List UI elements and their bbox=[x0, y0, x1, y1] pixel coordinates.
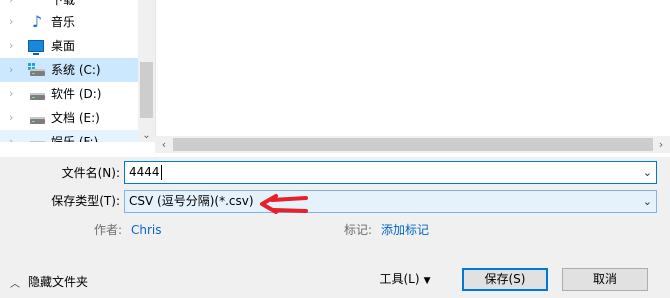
tools-label: 工具(L) bbox=[379, 272, 420, 286]
red-arrow-annotation bbox=[260, 194, 308, 214]
chevron-right-icon[interactable]: › bbox=[9, 130, 19, 142]
scroll-down-arrow-icon[interactable]: ⌄ bbox=[138, 130, 155, 142]
tree-item-music[interactable]: › ♪ 音乐 bbox=[0, 10, 138, 34]
browser-pane: › 下载 › ♪ 音乐 › 桌面 › 系统 (C:) › 软件 (D:) › 文… bbox=[0, 0, 670, 157]
desktop-folder-icon bbox=[28, 40, 44, 55]
scroll-right-arrow-icon[interactable]: › bbox=[654, 136, 668, 153]
tree-item-label: 软件 (D:) bbox=[51, 87, 102, 101]
filename-label: 文件名(N): bbox=[61, 166, 120, 180]
save-button[interactable]: 保存(S) bbox=[462, 268, 548, 291]
tree-item-drive-e[interactable]: › 文档 (E:) bbox=[0, 106, 138, 130]
tree-item-drive-c[interactable]: › 系统 (C:) bbox=[0, 58, 138, 82]
tree-item-drive-f[interactable]: › 娱乐 (F:) bbox=[0, 130, 138, 142]
chevron-right-icon[interactable]: › bbox=[9, 82, 19, 106]
tree-item-label: 文档 (E:) bbox=[51, 111, 100, 125]
tree-item-desktop[interactable]: › 桌面 bbox=[0, 34, 138, 58]
author-label: 作者: bbox=[93, 223, 122, 237]
download-folder-icon bbox=[28, 0, 46, 8]
tree-item-label: 系统 (C:) bbox=[51, 63, 101, 77]
tree-item-label: 音乐 bbox=[51, 15, 76, 29]
chevron-down-icon[interactable]: ⌄ bbox=[643, 191, 652, 212]
filename-value: 4444 bbox=[129, 165, 160, 179]
chevron-right-icon[interactable]: › bbox=[9, 34, 19, 58]
navigation-tree: › 下载 › ♪ 音乐 › 桌面 › 系统 (C:) › 软件 (D:) › 文… bbox=[0, 0, 138, 142]
tree-item-drive-d[interactable]: › 软件 (D:) bbox=[0, 82, 138, 106]
chevron-right-icon[interactable]: › bbox=[9, 10, 19, 34]
tags-label: 标记: bbox=[343, 223, 372, 237]
file-list-pane[interactable] bbox=[155, 0, 670, 136]
drive-icon bbox=[28, 110, 46, 126]
tree-item-label: 娱乐 (F:) bbox=[51, 135, 99, 142]
chevron-down-icon[interactable]: ⌄ bbox=[643, 162, 652, 183]
drive-icon bbox=[28, 86, 46, 102]
chevron-right-icon[interactable]: › bbox=[9, 58, 19, 82]
text-caret bbox=[161, 165, 162, 180]
horizontal-scrollbar[interactable]: ‹ › bbox=[155, 136, 670, 153]
system-drive-icon bbox=[28, 62, 46, 78]
hide-folders-toggle[interactable]: ︿ 隐藏文件夹 bbox=[10, 274, 88, 290]
scroll-left-arrow-icon[interactable]: ‹ bbox=[157, 136, 171, 153]
tree-item-label: 桌面 bbox=[51, 39, 76, 53]
tree-scroll-thumb[interactable] bbox=[140, 62, 153, 118]
filetype-value: CSV (逗号分隔)(*.csv) bbox=[129, 194, 254, 208]
filename-input[interactable]: 4444 ⌄ bbox=[124, 161, 657, 184]
music-folder-icon: ♪ bbox=[31, 12, 43, 31]
drive-icon bbox=[28, 134, 46, 142]
filetype-label: 保存类型(T): bbox=[51, 194, 120, 208]
dropdown-arrow-icon: ▼ bbox=[423, 276, 431, 286]
filetype-select[interactable]: CSV (逗号分隔)(*.csv) ⌄ bbox=[124, 190, 657, 213]
tools-button[interactable]: 工具(L) ▼ bbox=[362, 268, 448, 291]
cancel-button[interactable]: 取消 bbox=[562, 268, 648, 291]
chevron-up-icon: ︿ bbox=[10, 278, 20, 290]
horizontal-scroll-thumb[interactable] bbox=[173, 138, 653, 151]
hide-folders-label: 隐藏文件夹 bbox=[28, 275, 89, 289]
chevron-right-icon[interactable]: › bbox=[9, 106, 19, 130]
author-value[interactable]: Chris bbox=[131, 222, 162, 238]
tree-scrollbar[interactable]: ⌄ bbox=[138, 0, 155, 142]
add-tags-link[interactable]: 添加标记 bbox=[381, 222, 429, 238]
